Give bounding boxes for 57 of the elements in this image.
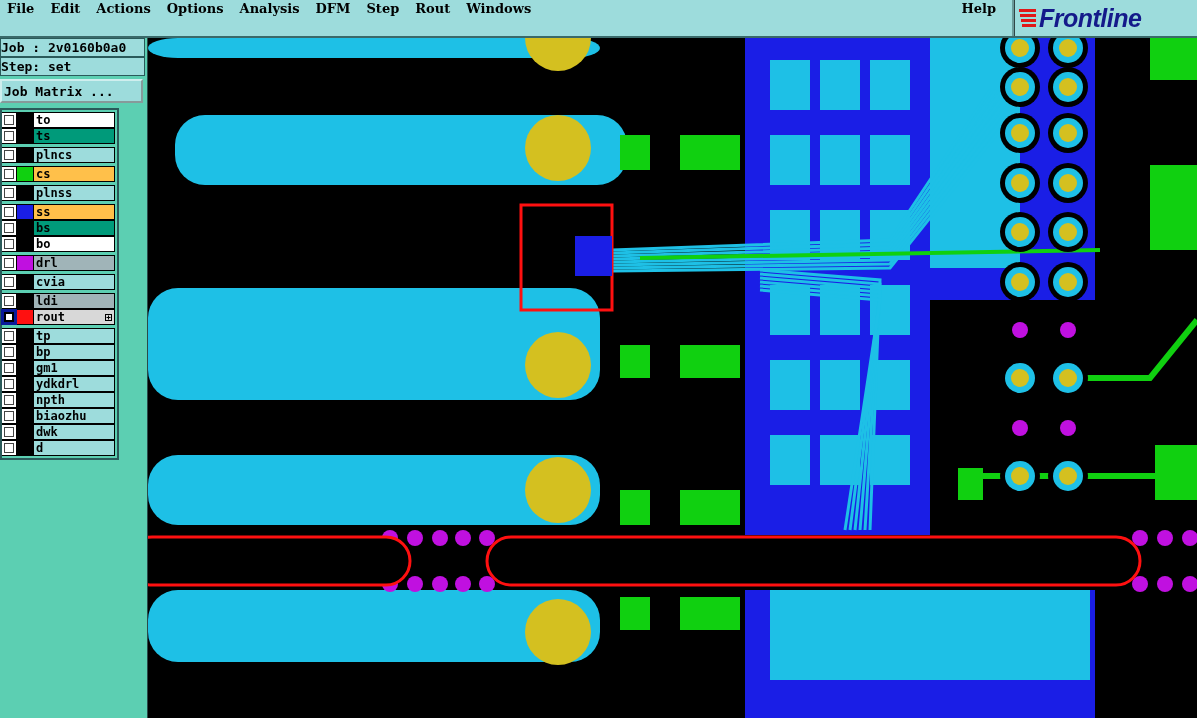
menu-item[interactable]: Actions [96, 1, 163, 16]
layer-label: rout [36, 310, 65, 324]
layer-name[interactable]: bp [34, 345, 114, 359]
menu-item[interactable]: Options [166, 1, 236, 16]
layer-name[interactable]: to [34, 113, 114, 127]
layer-name[interactable]: d [34, 441, 114, 455]
menu-item[interactable]: DFM [315, 1, 363, 16]
speed-lines-icon [1019, 7, 1037, 29]
layer-name[interactable]: rout [34, 310, 114, 324]
layer-name[interactable]: ts [34, 129, 114, 143]
layer-label: drl [36, 256, 58, 270]
menu-item[interactable]: Edit [50, 1, 93, 16]
layer-name[interactable]: plnss [34, 186, 114, 200]
layer-label: ss [36, 205, 51, 219]
layer-name[interactable]: ldi [34, 294, 114, 308]
layer-name[interactable]: ydkdrl [34, 377, 114, 391]
layer-name[interactable]: ss [34, 205, 114, 219]
step-label: Step: set [0, 57, 145, 76]
layer-name[interactable]: cvia [34, 275, 114, 289]
layer-label: biaozhu [36, 409, 87, 423]
layer-name[interactable]: npth [34, 393, 114, 407]
job-matrix-button[interactable]: Job Matrix ... [0, 79, 143, 103]
menu-item[interactable]: Step [366, 1, 412, 16]
expand-icon[interactable] [105, 313, 112, 321]
layer-checkbox[interactable] [2, 310, 16, 324]
layer-name[interactable]: cs [34, 167, 114, 181]
layer-name[interactable]: gm1 [34, 361, 114, 375]
layer-name[interactable]: bo [34, 237, 114, 251]
layer-name[interactable]: tp [34, 329, 114, 343]
layer-name[interactable]: dwk [34, 425, 114, 439]
layer-name[interactable]: bs [34, 221, 114, 235]
layer-label: plncs [36, 148, 73, 162]
layer-label: to [36, 113, 51, 127]
logo: Frontline [1039, 3, 1142, 33]
layer-label: gm1 [36, 361, 58, 375]
job-label: Job : 2v0160b0a0 [0, 38, 145, 57]
layer-label: bo [36, 237, 51, 251]
layer-name[interactable]: drl [34, 256, 114, 270]
layer-label: cs [36, 167, 51, 181]
layer-label: cvia [36, 275, 65, 289]
menu-item[interactable]: File [7, 1, 47, 16]
layer-label: ldi [36, 294, 58, 308]
menu-item[interactable]: Analysis [239, 1, 312, 16]
menu-item[interactable]: Rout [415, 1, 463, 16]
layer-label: bp [36, 345, 51, 359]
layer-label: ts [36, 129, 51, 143]
layer-name[interactable]: plncs [34, 148, 114, 162]
layer-name[interactable]: biaozhu [34, 409, 114, 423]
help-menu[interactable]: Help [961, 1, 1008, 16]
layer-label: bs [36, 221, 51, 235]
layer-label: tp [36, 329, 51, 343]
layer-label: d [36, 441, 44, 455]
layer-label: plnss [36, 186, 73, 200]
layer-label: ydkdrl [36, 377, 80, 391]
layer-label: npth [36, 393, 65, 407]
layer-label: dwk [36, 425, 58, 439]
menu-item[interactable]: Windows [466, 1, 544, 16]
